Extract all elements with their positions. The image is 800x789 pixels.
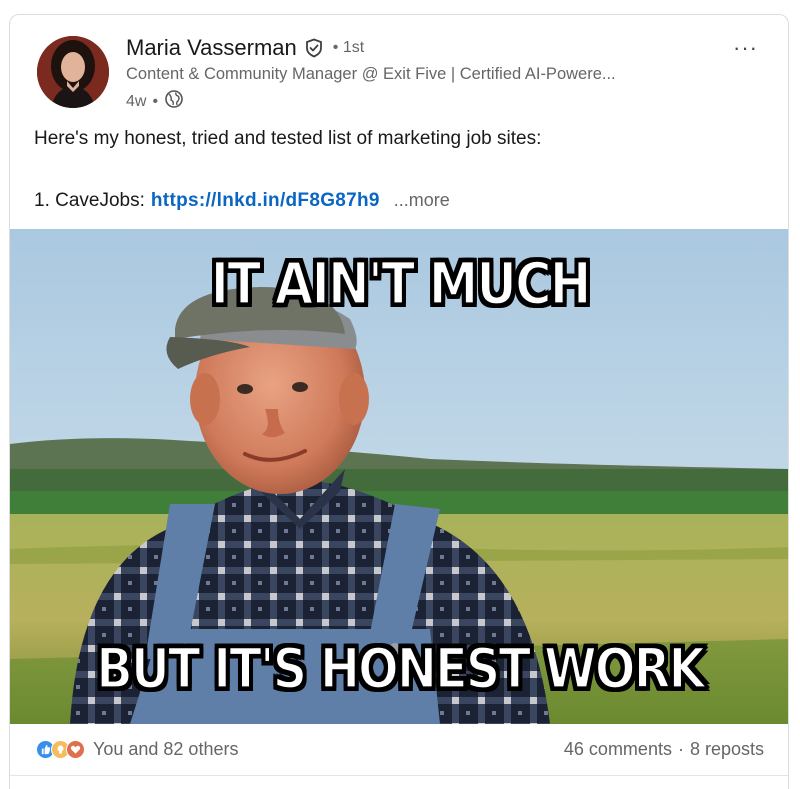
post-text-line2: 1. CaveJobs: https://lnkd.in/dF8G87h9 ..… (34, 190, 450, 212)
degree-bullet: • (332, 39, 339, 56)
list-item-prefix: 1. CaveJobs: (34, 190, 145, 211)
reposts-count[interactable]: 8 reposts (690, 739, 764, 760)
counts-separator: · (677, 739, 684, 759)
post-text-line1: Here's my honest, tried and tested list … (34, 128, 542, 149)
reactions-summary[interactable]: You and 82 others (36, 739, 238, 760)
degree-label: 1st (342, 39, 365, 56)
meme-bottom-text: BUT IT'S HONEST WORK (95, 636, 706, 703)
love-icon (66, 740, 85, 759)
connection-degree: • 1st (333, 39, 364, 57)
reactions-count: You and 82 others (93, 739, 239, 759)
author-row: Maria Vasserman • 1st (126, 35, 364, 61)
post-link[interactable]: https://lnkd.in/dF8G87h9 (151, 190, 380, 212)
post-image[interactable]: IT AIN'T MUCH BUT IT'S HONEST WORK (10, 229, 788, 724)
author-headline: Content & Community Manager @ Exit Five … (126, 65, 616, 83)
engagement-counts: 46 comments · 8 reposts (564, 739, 764, 760)
post-meta: 4w • (126, 89, 184, 114)
meta-bullet: • (152, 92, 159, 110)
see-more-button[interactable]: ...more (394, 190, 450, 211)
post-time: 4w (126, 92, 147, 110)
author-name[interactable]: Maria Vasserman (126, 35, 297, 61)
meme-top-text: IT AIN'T MUCH (210, 249, 593, 318)
comments-count[interactable]: 46 comments (564, 739, 672, 760)
more-options-button[interactable]: ··· (733, 35, 758, 61)
globe-icon (164, 89, 184, 114)
social-counts-bar: You and 82 others 46 comments · 8 repost… (10, 724, 788, 776)
post-card: Maria Vasserman • 1st Content & Communit… (9, 14, 789, 789)
verified-shield-icon (304, 38, 324, 58)
author-avatar[interactable] (37, 36, 109, 108)
reaction-icons (36, 740, 85, 759)
